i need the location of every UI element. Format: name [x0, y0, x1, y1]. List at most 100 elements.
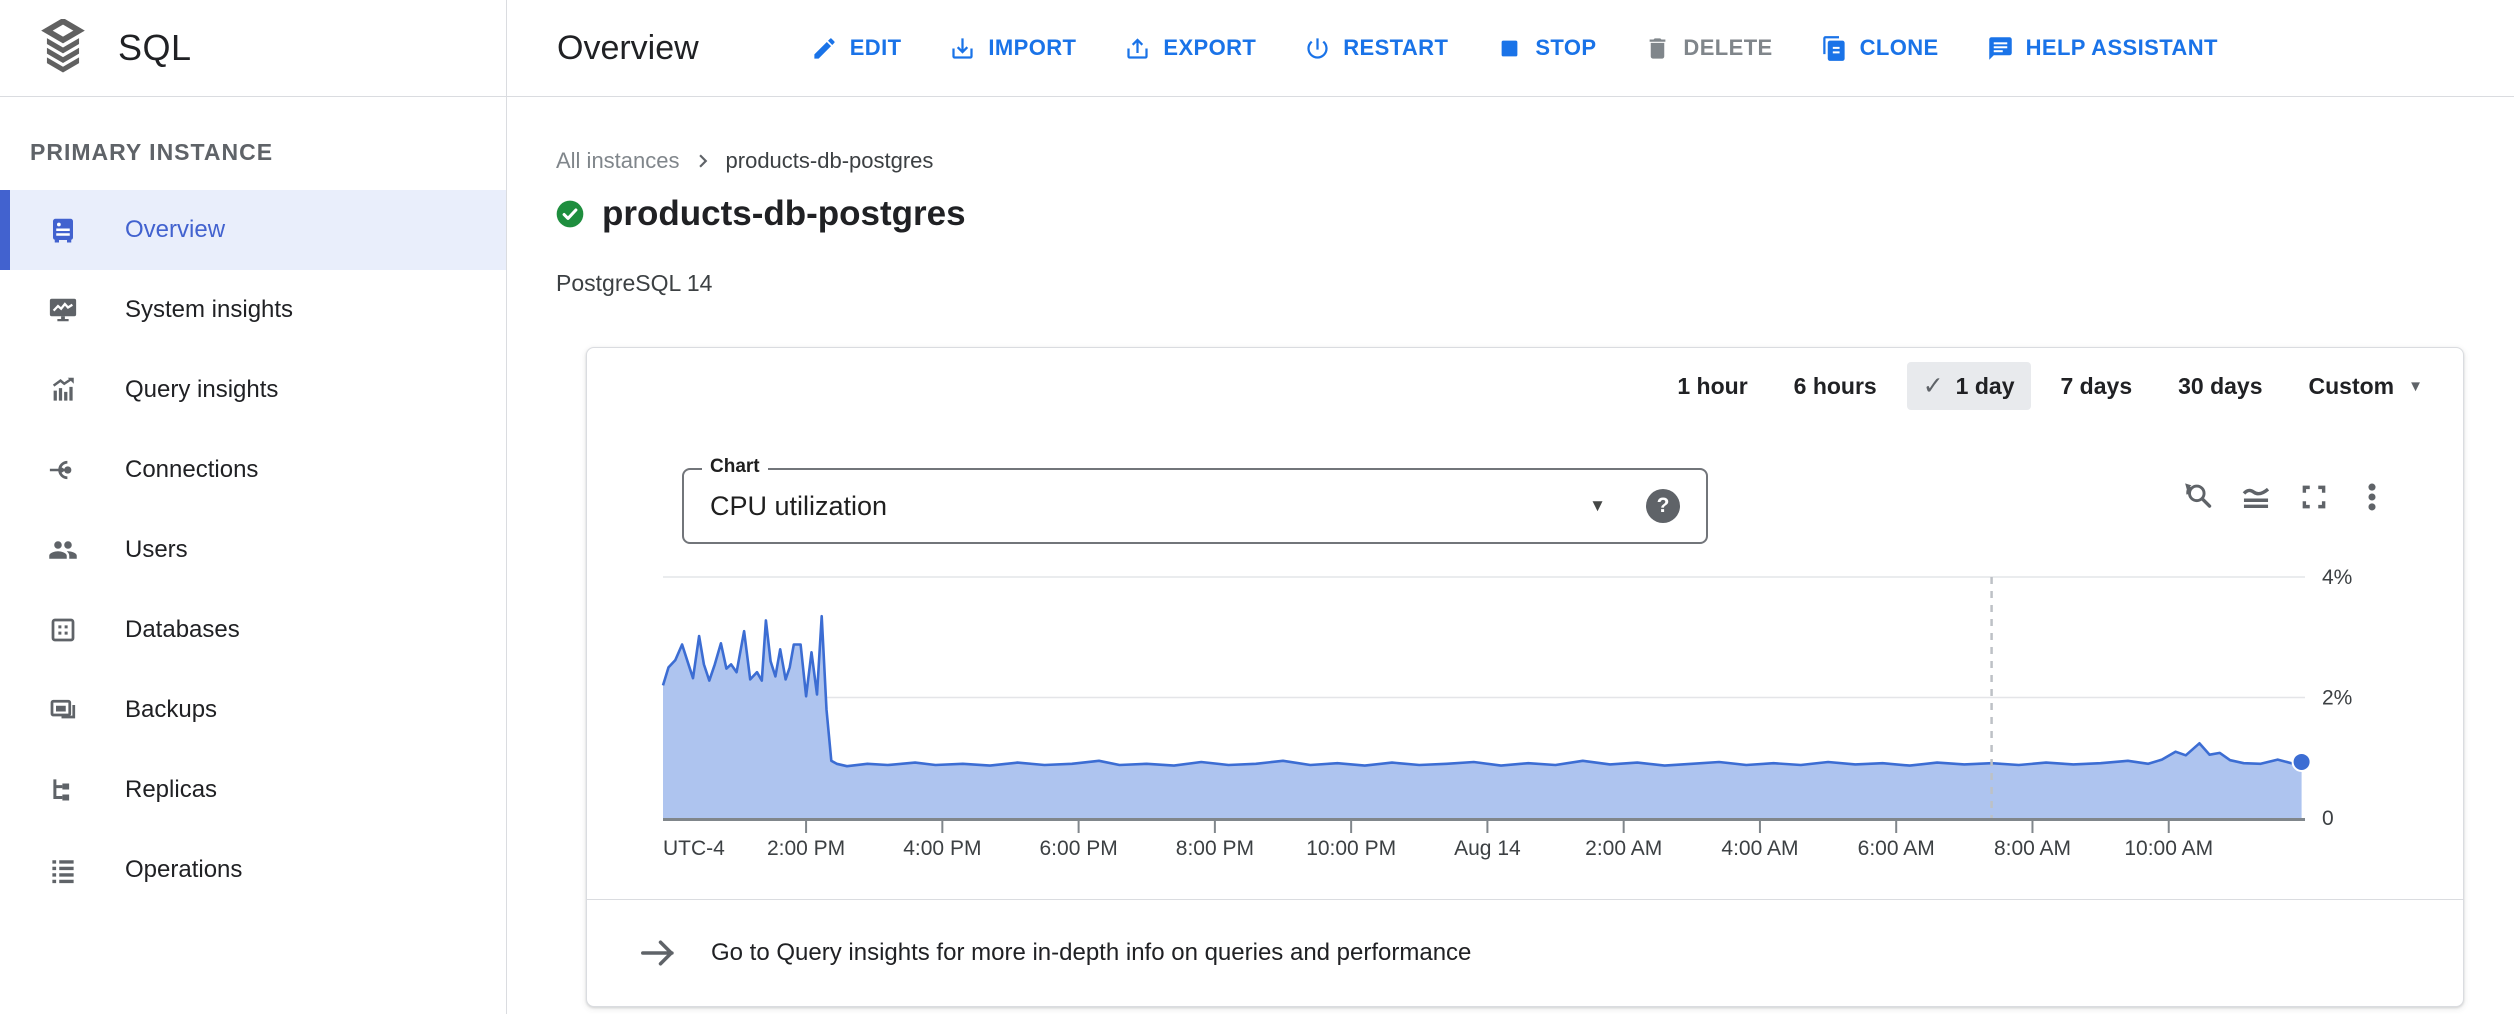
svg-text:UTC-4: UTC-4: [663, 837, 725, 860]
sidebar-item-label: Users: [125, 536, 188, 564]
stop-square-icon: [1496, 35, 1523, 62]
sidebar-item-overview[interactable]: Overview: [0, 190, 506, 270]
top-app-bar: SQL Overview EDIT IMPORT EXPORT RESTART: [0, 0, 2514, 97]
chart-metric-select[interactable]: Chart CPU utilization ▼ ?: [682, 468, 1708, 544]
time-range-label: 7 days: [2061, 373, 2133, 400]
clone-button[interactable]: CLONE: [1821, 35, 1939, 62]
time-range-custom[interactable]: Custom ▼: [2293, 364, 2439, 409]
help-icon[interactable]: ?: [1646, 489, 1680, 523]
sidebar-item-label: Backups: [125, 696, 217, 724]
delete-button[interactable]: DELETE: [1644, 35, 1772, 62]
time-range-selector: 1 hour 6 hours ✓ 1 day 7 days 30 days Cu…: [1661, 362, 2439, 410]
page-title: Overview: [557, 29, 699, 68]
svg-text:2:00 AM: 2:00 AM: [1585, 837, 1662, 860]
download-icon: [949, 35, 976, 62]
area-chart-icon[interactable]: [2239, 480, 2273, 514]
product-name: SQL: [118, 27, 192, 69]
restart-button[interactable]: RESTART: [1304, 35, 1448, 62]
monitor-chart-icon: [48, 295, 78, 325]
export-label: EXPORT: [1163, 35, 1256, 61]
sidebar-item-label: Query insights: [125, 376, 278, 404]
sidebar-item-connections[interactable]: Connections: [0, 430, 506, 510]
help-assistant-button[interactable]: HELP ASSISTANT: [1987, 35, 2218, 62]
help-assistant-label: HELP ASSISTANT: [2026, 35, 2218, 61]
sidebar-item-system-insights[interactable]: System insights: [0, 270, 506, 350]
export-button[interactable]: EXPORT: [1124, 35, 1256, 62]
instance-engine: PostgreSQL 14: [556, 270, 712, 297]
svg-text:Aug 14: Aug 14: [1454, 837, 1521, 860]
cpu-utilization-chart[interactable]: 2:00 PM4:00 PM6:00 PM8:00 PM10:00 PMAug …: [587, 548, 2465, 893]
chat-bubble-icon: [1987, 35, 2014, 62]
copy-icon: [1821, 35, 1848, 62]
time-range-label: Custom: [2309, 373, 2395, 400]
stop-button[interactable]: STOP: [1496, 35, 1596, 62]
replica-tree-icon: [48, 775, 78, 805]
monitoring-card: 1 hour 6 hours ✓ 1 day 7 days 30 days Cu…: [586, 347, 2464, 1007]
sidebar-item-label: Overview: [125, 216, 225, 244]
status-healthy-icon: [554, 198, 586, 230]
power-icon: [1304, 35, 1331, 62]
edit-label: EDIT: [850, 35, 902, 61]
chart-select-value: CPU utilization: [710, 491, 887, 522]
svg-text:0: 0: [2322, 807, 2334, 830]
connection-arrow-icon: [48, 455, 78, 485]
sidebar-item-users[interactable]: Users: [0, 510, 506, 590]
product-brand: SQL: [0, 0, 507, 96]
restart-label: RESTART: [1343, 35, 1448, 61]
import-label: IMPORT: [988, 35, 1076, 61]
time-range-30-days[interactable]: 30 days: [2162, 364, 2278, 409]
sidebar-item-label: Databases: [125, 616, 240, 644]
caret-down-icon: ▼: [2408, 378, 2423, 395]
clone-label: CLONE: [1860, 35, 1939, 61]
chart-select-floating-label: Chart: [702, 456, 768, 478]
time-range-label: 6 hours: [1794, 373, 1877, 400]
svg-text:10:00 AM: 10:00 AM: [2124, 837, 2213, 860]
fullscreen-icon[interactable]: [2297, 480, 2331, 514]
trash-icon: [1644, 35, 1671, 62]
sidebar-item-databases[interactable]: Databases: [0, 590, 506, 670]
time-range-1-hour[interactable]: 1 hour: [1661, 364, 1763, 409]
zoom-reset-icon[interactable]: [2181, 480, 2215, 514]
instance-title-row: products-db-postgres: [554, 194, 966, 234]
breadcrumb-all-instances[interactable]: All instances: [556, 148, 680, 174]
list-icon: [48, 855, 78, 885]
check-icon: ✓: [1923, 371, 1944, 401]
users-icon: [48, 535, 78, 565]
sidebar-section-title: PRIMARY INSTANCE: [30, 139, 506, 166]
sidebar-nav-list: Overview System insights Query insights …: [0, 190, 506, 910]
chart-tools: [2181, 480, 2389, 514]
import-button[interactable]: IMPORT: [949, 35, 1076, 62]
time-range-6-hours[interactable]: 6 hours: [1778, 364, 1893, 409]
svg-text:10:00 PM: 10:00 PM: [1306, 837, 1396, 860]
table-grid-icon: [48, 615, 78, 645]
sidebar-item-backups[interactable]: Backups: [0, 670, 506, 750]
time-range-7-days[interactable]: 7 days: [2045, 364, 2149, 409]
instance-name: products-db-postgres: [602, 194, 966, 234]
svg-text:6:00 PM: 6:00 PM: [1040, 837, 1118, 860]
time-range-1-day[interactable]: ✓ 1 day: [1907, 362, 2031, 410]
kebab-menu-icon[interactable]: [2355, 480, 2389, 514]
sidebar-item-label: Operations: [125, 856, 242, 884]
svg-text:8:00 PM: 8:00 PM: [1176, 837, 1254, 860]
sidebar-item-label: Replicas: [125, 776, 217, 804]
upload-icon: [1124, 35, 1151, 62]
select-caret-down-icon: ▼: [1589, 496, 1606, 516]
query-insights-link[interactable]: Go to Query insights for more in-depth i…: [587, 899, 2463, 1006]
pencil-icon: [811, 35, 838, 62]
sidebar-item-label: System insights: [125, 296, 293, 324]
delete-label: DELETE: [1683, 35, 1772, 61]
instance-overview-icon: [48, 215, 78, 245]
page-head: Overview EDIT IMPORT EXPORT RESTART STOP: [507, 0, 2514, 96]
sidebar-item-operations[interactable]: Operations: [0, 830, 506, 910]
sidebar-item-replicas[interactable]: Replicas: [0, 750, 506, 830]
query-insights-link-text: Go to Query insights for more in-depth i…: [711, 939, 1471, 967]
time-range-label: 30 days: [2178, 373, 2262, 400]
stop-label: STOP: [1535, 35, 1596, 61]
cloud-sql-logo-icon: [36, 19, 90, 77]
svg-text:8:00 AM: 8:00 AM: [1994, 837, 2071, 860]
sidebar-item-query-insights[interactable]: Query insights: [0, 350, 506, 430]
chevron-right-icon: [690, 148, 716, 174]
instance-toolbar: EDIT IMPORT EXPORT RESTART STOP DELETE: [811, 35, 2218, 62]
edit-button[interactable]: EDIT: [811, 35, 902, 62]
time-range-label: 1 hour: [1677, 373, 1747, 400]
